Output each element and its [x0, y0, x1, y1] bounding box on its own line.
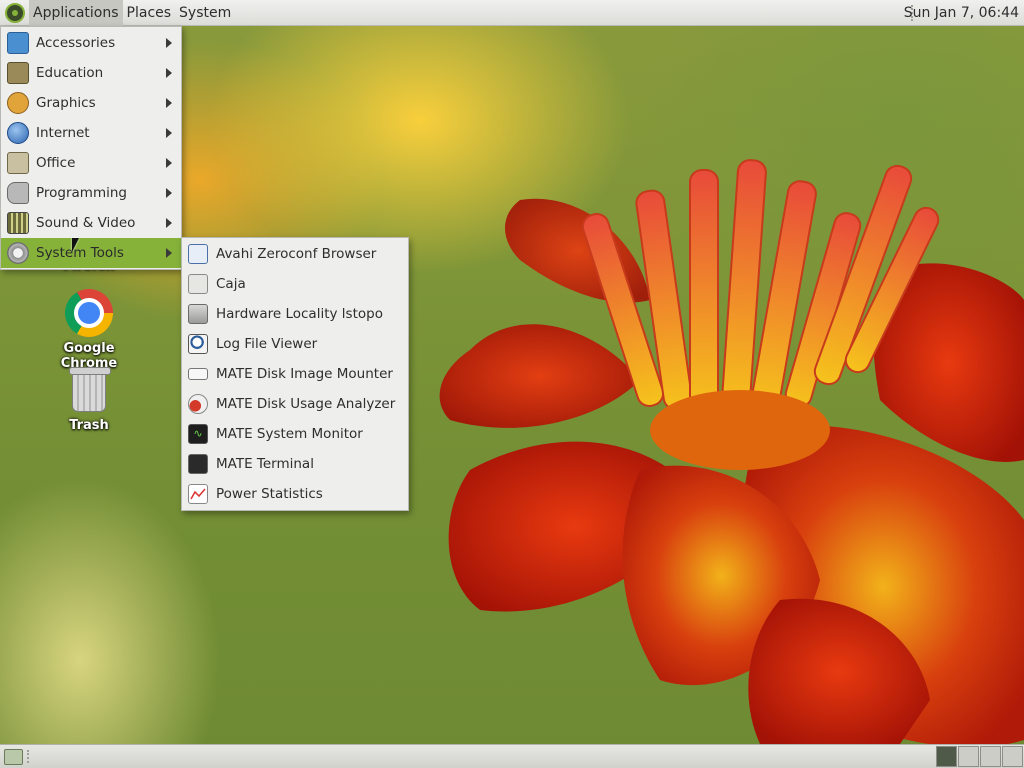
menu-item-hardware-locality-lstopo[interactable]: Hardware Locality lstopo	[182, 299, 408, 329]
menu-item-label: MATE System Monitor	[216, 426, 363, 442]
system-tools-gear-icon	[7, 242, 29, 264]
menu-item-log-file-viewer[interactable]: Log File Viewer	[182, 329, 408, 359]
menu-item-label: Hardware Locality lstopo	[216, 306, 383, 322]
system-menu-button[interactable]: System	[175, 0, 235, 26]
education-icon	[7, 62, 29, 84]
menu-item-power-statistics[interactable]: Power Statistics	[182, 479, 408, 509]
menu-item-label: Accessories	[36, 35, 116, 51]
submenu-arrow-icon	[166, 218, 172, 228]
bottom-panel	[0, 744, 1024, 768]
clock[interactable]: Sun Jan 7, 06:44	[904, 0, 1019, 26]
graphics-icon	[7, 92, 29, 114]
distro-logo-icon[interactable]	[5, 2, 25, 23]
trash-icon	[69, 367, 111, 412]
menu-item-label: System Tools	[36, 245, 124, 261]
programming-icon	[7, 182, 29, 204]
menu-item-system-monitor[interactable]: ∿ MATE System Monitor	[182, 419, 408, 449]
menu-item-caja[interactable]: Caja	[182, 269, 408, 299]
menu-item-education[interactable]: Education	[1, 58, 181, 88]
caja-icon	[188, 274, 208, 294]
terminal-icon	[188, 454, 208, 474]
menu-item-system-tools[interactable]: System Tools	[1, 238, 181, 268]
office-icon	[7, 152, 29, 174]
menu-item-label: Graphics	[36, 95, 96, 111]
menu-item-disk-image-mounter[interactable]: MATE Disk Image Mounter	[182, 359, 408, 389]
workspace-1[interactable]	[936, 746, 957, 767]
avahi-icon	[188, 244, 208, 264]
menu-item-label: MATE Terminal	[216, 456, 314, 472]
menu-item-label: Caja	[216, 276, 246, 292]
desktop-icon-chrome[interactable]: Google Chrome	[34, 289, 144, 371]
submenu-arrow-icon	[166, 68, 172, 78]
menu-item-label: MATE Disk Usage Analyzer	[216, 396, 396, 412]
applications-menu-button[interactable]: Applications	[29, 0, 123, 26]
menu-item-label: Avahi Zeroconf Browser	[216, 246, 377, 262]
submenu-arrow-icon	[166, 248, 172, 258]
menu-item-sound-video[interactable]: Sound & Video	[1, 208, 181, 238]
menu-item-terminal[interactable]: MATE Terminal	[182, 449, 408, 479]
system-tools-submenu: Avahi Zeroconf Browser Caja Hardware Loc…	[181, 237, 409, 511]
menu-item-label: Office	[36, 155, 76, 171]
menu-item-disk-usage-analyzer[interactable]: MATE Disk Usage Analyzer	[182, 389, 408, 419]
workspace-4[interactable]	[1002, 746, 1023, 767]
top-panel: Applications Places System Sun Jan 7, 06…	[0, 0, 1024, 26]
workspace-3[interactable]	[980, 746, 1001, 767]
submenu-arrow-icon	[166, 128, 172, 138]
submenu-arrow-icon	[166, 98, 172, 108]
menu-item-label: MATE Disk Image Mounter	[216, 366, 393, 382]
applications-menu: Accessories Education Graphics Internet …	[0, 26, 182, 270]
show-desktop-icon[interactable]	[4, 749, 23, 765]
accessories-icon	[7, 32, 29, 54]
menu-item-programming[interactable]: Programming	[1, 178, 181, 208]
internet-globe-icon	[7, 122, 29, 144]
disk-image-icon	[188, 368, 208, 380]
panel-drag-handle[interactable]	[27, 750, 32, 763]
log-viewer-icon	[188, 334, 208, 354]
menu-item-label: Sound & Video	[36, 215, 136, 231]
menu-item-office[interactable]: Office	[1, 148, 181, 178]
submenu-arrow-icon	[166, 188, 172, 198]
menu-item-label: Log File Viewer	[216, 336, 318, 352]
sound-video-icon	[7, 212, 29, 234]
power-statistics-icon	[188, 484, 208, 504]
menu-item-label: Education	[36, 65, 104, 81]
mouse-cursor-icon	[72, 238, 79, 252]
workspace-2[interactable]	[958, 746, 979, 767]
menu-item-accessories[interactable]: Accessories	[1, 28, 181, 58]
hardware-icon	[188, 304, 208, 324]
menu-item-label: Internet	[36, 125, 90, 141]
menu-item-label: Power Statistics	[216, 486, 323, 502]
trash-label: Trash	[69, 418, 109, 433]
menu-item-label: Programming	[36, 185, 127, 201]
menu-item-avahi-zeroconf-browser[interactable]: Avahi Zeroconf Browser	[182, 239, 408, 269]
system-monitor-icon: ∿	[188, 424, 208, 444]
menu-item-internet[interactable]: Internet	[1, 118, 181, 148]
disk-usage-icon	[188, 394, 208, 414]
places-menu-button[interactable]: Places	[123, 0, 176, 26]
menu-item-graphics[interactable]: Graphics	[1, 88, 181, 118]
chrome-icon	[65, 289, 113, 337]
submenu-arrow-icon	[166, 158, 172, 168]
desktop-icon-trash[interactable]: Trash	[34, 367, 144, 433]
submenu-arrow-icon	[166, 38, 172, 48]
